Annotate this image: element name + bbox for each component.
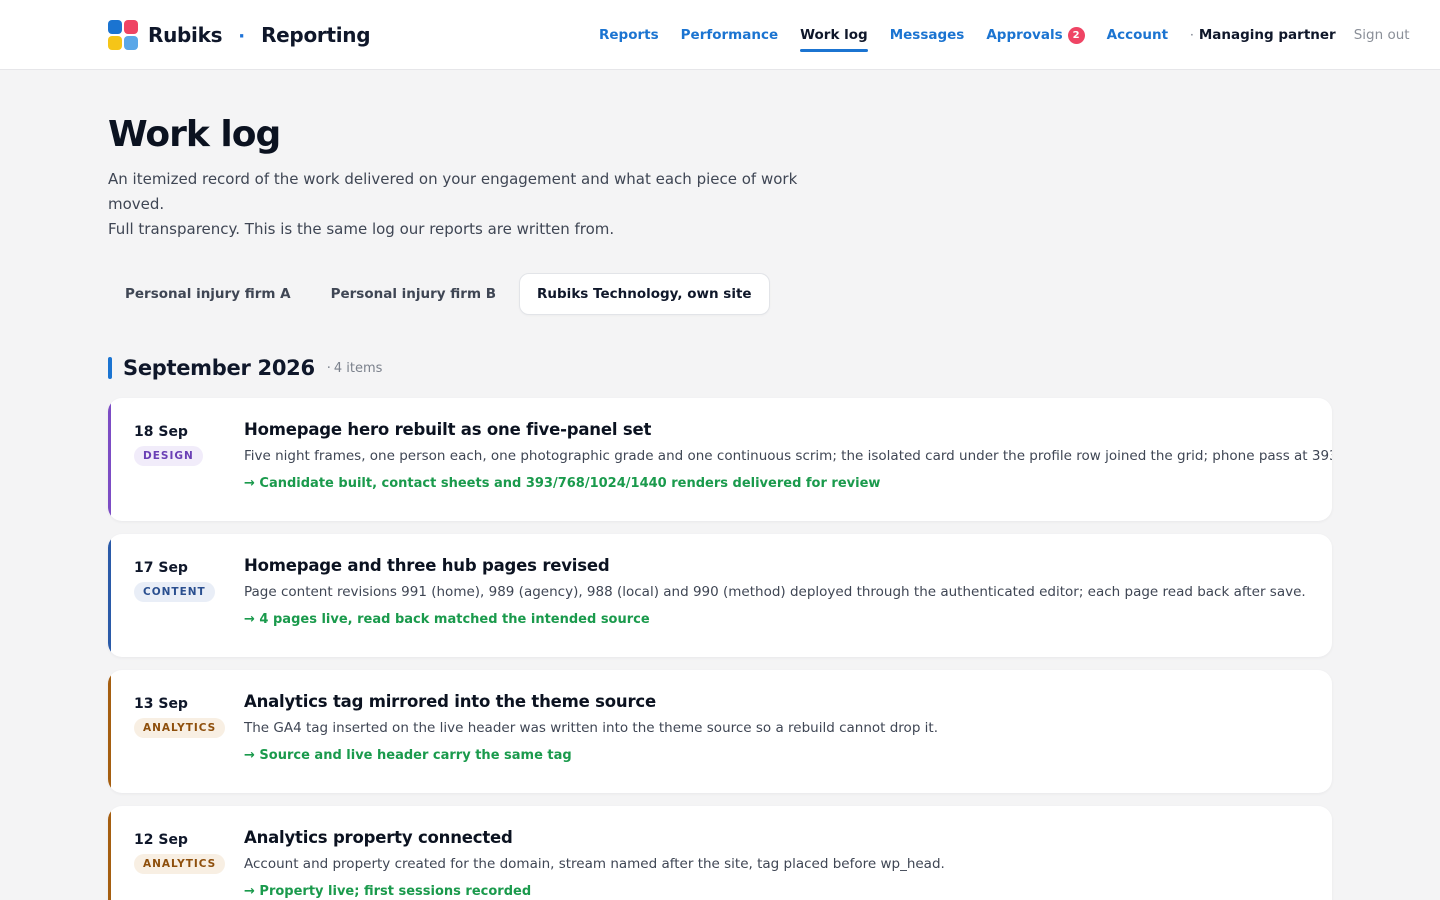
entry-category-badge: ANALYTICS (134, 854, 226, 874)
role-separator: · (1190, 28, 1194, 42)
work-log-entry[interactable]: 17 Sep CONTENT Homepage and three hub pa… (108, 534, 1332, 657)
entry-description: Five night frames, one person each, one … (244, 448, 1332, 464)
work-log-entry[interactable]: 13 Sep ANALYTICS Analytics tag mirrored … (108, 670, 1332, 793)
page-description-line-2: Full transparency. This is the same log … (108, 220, 615, 238)
logo-square-1 (108, 19, 122, 34)
entry-body: Homepage and three hub pages revised Pag… (244, 556, 1306, 627)
entry-category-badge: ANALYTICS (134, 718, 226, 738)
entry-result: → Candidate built, contact sheets and 39… (244, 476, 881, 491)
approvals-count-badge: 2 (1067, 26, 1085, 44)
brand-name: Rubiks (148, 22, 223, 47)
nav-account[interactable]: Account (1107, 0, 1168, 70)
brand[interactable]: Rubiks · Reporting (108, 19, 371, 50)
entry-title: Homepage hero rebuilt as one five-panel … (244, 420, 652, 439)
work-log-list: 18 Sep DESIGN Homepage hero rebuilt as o… (108, 398, 1332, 900)
logo-square-2 (124, 19, 138, 34)
nav-reports[interactable]: Reports (599, 0, 659, 70)
entry-title: Homepage and three hub pages revised (244, 556, 610, 575)
entry-date: 18 Sep (134, 424, 188, 440)
logo-icon (108, 19, 138, 50)
entry-title: Analytics tag mirrored into the theme so… (244, 692, 656, 711)
nav-work-log[interactable]: Work log (800, 0, 868, 70)
entry-result: → Source and live header carry the same … (244, 748, 572, 763)
nav-reports-label: Reports (599, 27, 659, 43)
month-title: September 2026 (123, 356, 315, 380)
nav-performance-label: Performance (680, 27, 779, 43)
month-count-label: 4 items (333, 360, 383, 376)
entry-date: 17 Sep (134, 560, 188, 576)
nav-work-log-label: Work log (800, 27, 868, 43)
user-role: Managing partner (1198, 27, 1336, 43)
entry-date: 13 Sep (134, 696, 188, 712)
sign-out-link[interactable]: Sign out (1354, 27, 1410, 43)
entry-description: Account and property created for the dom… (244, 856, 945, 872)
month-header: September 2026 · 4 items (108, 356, 1332, 380)
entry-date: 12 Sep (134, 832, 188, 848)
entry-category-badge: CONTENT (134, 582, 215, 602)
tab-personal-injury-firm-b[interactable]: Personal injury firm B (314, 273, 513, 315)
logo-square-4 (124, 35, 138, 50)
top-bar: Rubiks · Reporting Reports Performance W… (0, 0, 1440, 70)
month-count-separator: · (326, 360, 331, 376)
client-tabs: Personal injury firm A Personal injury f… (108, 273, 1332, 315)
nav-approvals-label: Approvals (986, 27, 1063, 43)
page-description: An itemized record of the work delivered… (108, 167, 828, 242)
nav-approvals[interactable]: Approvals 2 (986, 0, 1085, 70)
entry-description: Page content revisions 991 (home), 989 (… (244, 584, 1306, 600)
entry-title: Analytics property connected (244, 828, 513, 847)
nav-messages-label: Messages (889, 27, 965, 43)
entry-result: → Property live; first sessions recorded (244, 884, 532, 899)
main-content: Work log An itemized record of the work … (0, 114, 1440, 900)
work-log-entry[interactable]: 18 Sep DESIGN Homepage hero rebuilt as o… (108, 398, 1332, 521)
page-description-line-1: An itemized record of the work delivered… (108, 170, 798, 213)
entry-description: The GA4 tag inserted on the live header … (244, 720, 939, 736)
entry-body: Homepage hero rebuilt as one five-panel … (244, 420, 1332, 491)
entry-body: Analytics property connected Account and… (244, 828, 1292, 899)
entry-category-badge: DESIGN (134, 446, 203, 466)
work-log-entry[interactable]: 12 Sep ANALYTICS Analytics property conn… (108, 806, 1332, 900)
tab-rubiks-technology[interactable]: Rubiks Technology, own site (519, 273, 770, 315)
nav-messages[interactable]: Messages (890, 0, 965, 70)
brand-section: Reporting (261, 22, 371, 47)
entry-body: Analytics tag mirrored into the theme so… (244, 692, 1292, 763)
nav-performance[interactable]: Performance (681, 0, 778, 70)
main-nav: Reports Performance Work log Messages Ap… (599, 0, 1410, 70)
tab-personal-injury-firm-a[interactable]: Personal injury firm A (108, 273, 308, 315)
entry-result: → 4 pages live, read back matched the in… (244, 612, 650, 627)
month-item-count: · 4 items (327, 361, 383, 376)
month-accent-bar (108, 357, 112, 379)
logo-square-3 (108, 35, 122, 50)
brand-separator: · (238, 26, 246, 47)
nav-account-label: Account (1106, 27, 1169, 43)
page-title: Work log (108, 114, 281, 155)
